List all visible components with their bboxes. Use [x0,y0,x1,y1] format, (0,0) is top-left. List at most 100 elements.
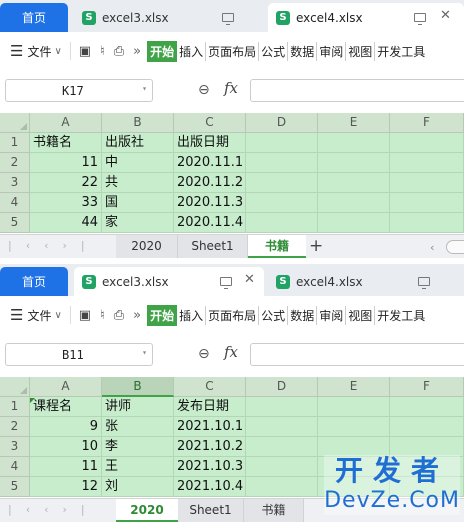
print-icon[interactable]: ⎙ [114,44,124,59]
row-header[interactable]: 5 [0,213,30,233]
row-header[interactable]: 4 [0,457,30,477]
float-window-icon[interactable] [222,11,234,25]
more-tools-icon[interactable]: » [133,44,141,59]
cell[interactable]: 2020.11.1 [174,153,246,173]
cell[interactable]: 22 [30,173,102,193]
ribbon-tab-data[interactable]: 数据 [288,305,318,325]
cell[interactable] [246,457,318,477]
cell[interactable]: 2020.11.3 [174,193,246,213]
column-header-b[interactable]: B [102,113,174,133]
ribbon-tab-developer[interactable]: 开发工具 [375,42,427,61]
ribbon-tab-page-layout[interactable]: 页面布局 [206,305,260,325]
name-box[interactable]: K17 ▾ [5,79,153,102]
column-header-a[interactable]: A [30,113,102,133]
sheet-tab-sheet1[interactable]: Sheet1 [178,235,248,258]
cell[interactable] [246,153,318,173]
zoom-icon[interactable]: ⊖ [198,346,210,362]
row-header[interactable]: 3 [0,437,30,457]
column-header-f[interactable]: F [390,113,464,133]
sheet-tab-2020[interactable]: 2020 [116,235,178,258]
ribbon-tab-home[interactable]: 开始 [147,40,178,62]
close-tab-icon[interactable]: ✕ [440,9,451,23]
chevron-down-icon[interactable]: ∨ [54,310,61,321]
cell[interactable] [318,417,390,437]
cell[interactable] [318,133,390,153]
zoom-icon[interactable]: ⊖ [198,82,210,98]
cell[interactable]: 2020.11.4 [174,213,246,233]
select-all-corner[interactable] [0,113,30,133]
fx-icon[interactable]: fx [224,79,238,97]
name-box[interactable]: B11 ▾ [5,343,153,366]
cell[interactable]: 44 [30,213,102,233]
formula-input[interactable] [250,79,464,102]
cell[interactable]: 10 [30,437,102,457]
save-icon[interactable]: ▣ [79,44,91,59]
cell[interactable]: 刘 [102,477,174,497]
cell[interactable]: 11 [30,457,102,477]
save-icon[interactable]: ▣ [79,308,91,323]
column-header-f[interactable]: F [390,377,464,397]
close-tab-icon[interactable]: ✕ [244,273,255,287]
cell[interactable]: 2021.10.2 [174,437,246,457]
cell[interactable]: 发布日期 [174,397,246,417]
fx-icon[interactable]: fx [224,343,238,361]
cell[interactable]: 国 [102,193,174,213]
cell[interactable] [246,133,318,153]
chevron-down-icon[interactable]: ▾ [142,348,147,357]
float-window-icon[interactable] [418,275,430,289]
cell[interactable] [390,153,464,173]
cell[interactable]: 书籍名 [30,133,102,153]
cell[interactable]: 2021.10.3 [174,457,246,477]
cell[interactable] [318,193,390,213]
float-window-icon[interactable] [220,275,232,289]
tab-home[interactable]: 首页 [0,3,68,32]
column-header-c[interactable]: C [174,113,246,133]
tab-excel4[interactable]: S excel4.xlsx ✕ [268,3,464,32]
ribbon-tab-data[interactable]: 数据 [288,41,318,61]
cell[interactable]: 家 [102,213,174,233]
cell[interactable] [390,133,464,153]
add-sheet-button[interactable]: + [309,235,323,257]
format-painter-icon[interactable]: ♮ [100,308,105,323]
select-all-corner[interactable] [0,377,30,397]
sheet-tab-2020[interactable]: 2020 [116,499,178,522]
sheet-tab-sheet1[interactable]: Sheet1 [178,499,244,522]
column-header-e[interactable]: E [318,113,390,133]
ribbon-tab-home[interactable]: 开始 [147,304,178,326]
format-painter-icon[interactable]: ♮ [100,44,105,59]
column-header-c[interactable]: C [174,377,246,397]
cell[interactable] [246,213,318,233]
horizontal-scrollbar[interactable] [446,240,464,254]
cell[interactable]: 9 [30,417,102,437]
cell[interactable]: 张 [102,417,174,437]
ribbon-tab-view[interactable]: 视图 [346,305,376,325]
hamburger-menu-icon[interactable]: ☰ [10,42,23,60]
column-header-d[interactable]: D [246,377,318,397]
more-tools-icon[interactable]: » [133,308,141,323]
cell[interactable] [390,173,464,193]
column-header-b[interactable]: B [102,377,174,397]
cell[interactable] [246,193,318,213]
cell[interactable]: 共 [102,173,174,193]
sheet-nav-arrows-icon[interactable]: |‹‹›| [8,239,99,252]
chevron-down-icon[interactable]: ▾ [142,84,147,93]
tab-excel3[interactable]: S excel3.xlsx [74,3,262,32]
cell[interactable]: 出版社 [102,133,174,153]
cell[interactable] [246,437,318,457]
cell[interactable] [318,213,390,233]
ribbon-tab-formulas[interactable]: 公式 [259,41,289,61]
ribbon-tab-page-layout[interactable]: 页面布局 [206,41,260,61]
cell[interactable] [318,397,390,417]
cell[interactable] [390,417,464,437]
cell[interactable] [246,417,318,437]
cell[interactable]: 李 [102,437,174,457]
cell[interactable]: 12 [30,477,102,497]
ribbon-tab-formulas[interactable]: 公式 [259,305,289,325]
float-window-icon[interactable] [414,11,426,25]
cell[interactable] [390,213,464,233]
cell[interactable] [246,397,318,417]
ribbon-tab-review[interactable]: 审阅 [317,41,347,61]
column-header-d[interactable]: D [246,113,318,133]
ribbon-tab-view[interactable]: 视图 [346,41,376,61]
row-header[interactable]: 1 [0,133,30,153]
